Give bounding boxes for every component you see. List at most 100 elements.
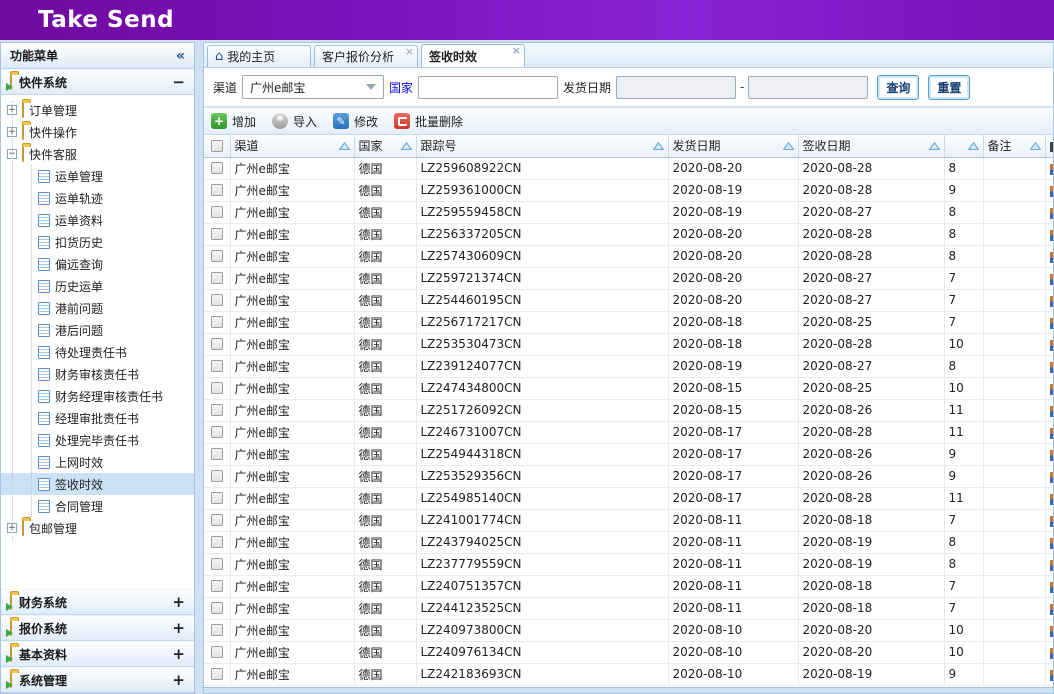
sidebar-item-合同管理[interactable]: 合同管理 bbox=[1, 495, 194, 517]
sidebar-section-财务系统[interactable]: 财务系统+ bbox=[1, 589, 194, 615]
expand-plus-icon[interactable]: + bbox=[172, 671, 185, 689]
table-row[interactable]: 广州e邮宝德国LZ240751357CN2020-08-112020-08-18… bbox=[204, 575, 1053, 597]
expand-plus-icon[interactable]: + bbox=[172, 645, 185, 663]
sort-icon[interactable] bbox=[929, 142, 940, 150]
tab-2[interactable]: 客户报价分析× bbox=[314, 45, 418, 67]
column-header-签收日期[interactable]: 签收日期 bbox=[798, 135, 944, 157]
tree-folder-快件客服[interactable]: −快件客服 bbox=[1, 143, 194, 165]
sort-icon[interactable] bbox=[968, 142, 979, 150]
row-checkbox[interactable] bbox=[211, 668, 223, 680]
column-header-国家[interactable]: 国家 bbox=[354, 135, 416, 157]
table-row[interactable]: 广州e邮宝德国LZ246731007CN2020-08-172020-08-28… bbox=[204, 421, 1053, 443]
row-checkbox[interactable] bbox=[211, 382, 223, 394]
table-row[interactable]: 广州e邮宝德国LZ259721374CN2020-08-202020-08-27… bbox=[204, 267, 1053, 289]
sidebar-item-财务审核责任书[interactable]: 财务审核责任书 bbox=[1, 363, 194, 385]
channel-select[interactable]: 广州e邮宝 bbox=[242, 75, 384, 99]
table-row[interactable]: 广州e邮宝德国LZ239124077CN2020-08-192020-08-27… bbox=[204, 355, 1053, 377]
table-row[interactable]: 广州e邮宝德国LZ237779559CN2020-08-112020-08-19… bbox=[204, 553, 1053, 575]
table-row[interactable]: 广州e邮宝德国LZ259608922CN2020-08-202020-08-28… bbox=[204, 157, 1053, 179]
table-row[interactable]: 广州e邮宝德国LZ254944318CN2020-08-172020-08-26… bbox=[204, 443, 1053, 465]
sidebar-section-express-system[interactable]: 快件系统 − bbox=[1, 69, 194, 95]
row-checkbox[interactable] bbox=[211, 228, 223, 240]
row-checkbox[interactable] bbox=[211, 360, 223, 372]
row-checkbox[interactable] bbox=[211, 536, 223, 548]
row-checkbox[interactable] bbox=[211, 602, 223, 614]
row-checkbox[interactable] bbox=[211, 492, 223, 504]
row-checkbox[interactable] bbox=[211, 404, 223, 416]
row-checkbox[interactable] bbox=[211, 558, 223, 570]
column-header-days[interactable] bbox=[944, 135, 983, 157]
sidebar-item-待处理责任书[interactable]: 待处理责任书 bbox=[1, 341, 194, 363]
row-checkbox[interactable] bbox=[211, 646, 223, 658]
sidebar-section-报价系统[interactable]: 报价系统+ bbox=[1, 615, 194, 641]
table-row[interactable]: 广州e邮宝德国LZ240976134CN2020-08-102020-08-20… bbox=[204, 641, 1053, 663]
sidebar-item-运单资料[interactable]: 运单资料 bbox=[1, 209, 194, 231]
close-tab-icon[interactable]: × bbox=[512, 45, 521, 56]
column-header-渠道[interactable]: 渠道 bbox=[230, 135, 354, 157]
sidebar-item-财务经理审核责任书[interactable]: 财务经理审核责任书 bbox=[1, 385, 194, 407]
table-row[interactable]: 广州e邮宝德国LZ240973800CN2020-08-102020-08-20… bbox=[204, 619, 1053, 641]
table-row[interactable]: 广州e邮宝德国LZ243794025CN2020-08-112020-08-19… bbox=[204, 531, 1053, 553]
table-row[interactable]: 广州e邮宝德国LZ251726092CN2020-08-152020-08-26… bbox=[204, 399, 1053, 421]
table-row[interactable]: 广州e邮宝德国LZ242183693CN2020-08-102020-08-19… bbox=[204, 663, 1053, 685]
sidebar-item-经理审批责任书[interactable]: 经理审批责任书 bbox=[1, 407, 194, 429]
batch-delete-button[interactable]: 批量删除 bbox=[394, 113, 463, 130]
search-button[interactable]: 查询 bbox=[877, 75, 919, 100]
sort-icon[interactable] bbox=[401, 142, 412, 150]
sidebar-item-上网时效[interactable]: 上网时效 bbox=[1, 451, 194, 473]
table-row[interactable]: 广州e邮宝德国LZ259559458CN2020-08-192020-08-27… bbox=[204, 201, 1053, 223]
tab-3[interactable]: 签收时效× bbox=[421, 44, 525, 67]
column-header-发货日期[interactable]: 发货日期 bbox=[668, 135, 798, 157]
sort-icon[interactable] bbox=[1030, 142, 1041, 150]
add-button[interactable]: +增加 bbox=[211, 113, 256, 130]
tree-folder-订单管理[interactable]: +订单管理 bbox=[1, 99, 194, 121]
close-tab-icon[interactable]: × bbox=[405, 46, 414, 57]
sort-icon[interactable] bbox=[339, 142, 350, 150]
column-header-跟踪号[interactable]: 跟踪号 bbox=[416, 135, 668, 157]
row-checkbox[interactable] bbox=[211, 426, 223, 438]
table-row[interactable]: 广州e邮宝德国LZ254460195CN2020-08-202020-08-27… bbox=[204, 289, 1053, 311]
table-row[interactable]: 广州e邮宝德国LZ244123525CN2020-08-112020-08-18… bbox=[204, 597, 1053, 619]
import-button[interactable]: *导入 bbox=[272, 113, 317, 130]
row-checkbox[interactable] bbox=[211, 514, 223, 526]
table-row[interactable]: 广州e邮宝德国LZ256337205CN2020-08-202020-08-28… bbox=[204, 223, 1053, 245]
sidebar-item-处理完毕责任书[interactable]: 处理完毕责任书 bbox=[1, 429, 194, 451]
sidebar-item-运单管理[interactable]: 运单管理 bbox=[1, 165, 194, 187]
edit-button[interactable]: ✎修改 bbox=[333, 113, 378, 130]
row-checkbox[interactable] bbox=[211, 184, 223, 196]
sidebar-section-基本资料[interactable]: 基本资料+ bbox=[1, 641, 194, 667]
reset-button[interactable]: 重置 bbox=[928, 75, 970, 100]
row-checkbox[interactable] bbox=[211, 162, 223, 174]
row-checkbox[interactable] bbox=[211, 580, 223, 592]
sort-icon[interactable] bbox=[653, 142, 664, 150]
ship-date-to-input[interactable] bbox=[748, 76, 868, 99]
row-checkbox[interactable] bbox=[211, 294, 223, 306]
sidebar-item-历史运单[interactable]: 历史运单 bbox=[1, 275, 194, 297]
country-input[interactable] bbox=[418, 76, 558, 99]
table-row[interactable]: 广州e邮宝德国LZ241001774CN2020-08-112020-08-18… bbox=[204, 509, 1053, 531]
row-checkbox[interactable] bbox=[211, 250, 223, 262]
table-row[interactable]: 广州e邮宝德国LZ253530473CN2020-08-182020-08-28… bbox=[204, 333, 1053, 355]
sidebar-item-扣货历史[interactable]: 扣货历史 bbox=[1, 231, 194, 253]
row-checkbox[interactable] bbox=[211, 448, 223, 460]
tree-folder-包邮管理[interactable]: +包邮管理 bbox=[1, 517, 194, 539]
sidebar-section-系统管理[interactable]: 系统管理+ bbox=[1, 667, 194, 693]
row-checkbox[interactable] bbox=[211, 624, 223, 636]
expand-plus-icon[interactable]: + bbox=[172, 593, 185, 611]
row-checkbox[interactable] bbox=[211, 470, 223, 482]
sidebar-item-港前问题[interactable]: 港前问题 bbox=[1, 297, 194, 319]
table-row[interactable]: 广州e邮宝德国LZ257430609CN2020-08-202020-08-28… bbox=[204, 245, 1053, 267]
sidebar-item-运单轨迹[interactable]: 运单轨迹 bbox=[1, 187, 194, 209]
column-header-备注[interactable]: 备注 bbox=[983, 135, 1045, 157]
collapse-minus-icon[interactable]: − bbox=[172, 73, 185, 91]
row-checkbox[interactable] bbox=[211, 272, 223, 284]
table-row[interactable]: 广州e邮宝德国LZ259361000CN2020-08-192020-08-28… bbox=[204, 179, 1053, 201]
row-checkbox[interactable] bbox=[211, 316, 223, 328]
table-row[interactable]: 广州e邮宝德国LZ256717217CN2020-08-182020-08-25… bbox=[204, 311, 1053, 333]
tab-1[interactable]: ⌂我的主页 bbox=[207, 45, 311, 67]
table-row[interactable]: 广州e邮宝德国LZ254985140CN2020-08-172020-08-28… bbox=[204, 487, 1053, 509]
sidebar-item-偏远查询[interactable]: 偏远查询 bbox=[1, 253, 194, 275]
sidebar-item-港后问题[interactable]: 港后问题 bbox=[1, 319, 194, 341]
sidebar-item-签收时效[interactable]: 签收时效 bbox=[1, 473, 194, 495]
row-checkbox[interactable] bbox=[211, 338, 223, 350]
